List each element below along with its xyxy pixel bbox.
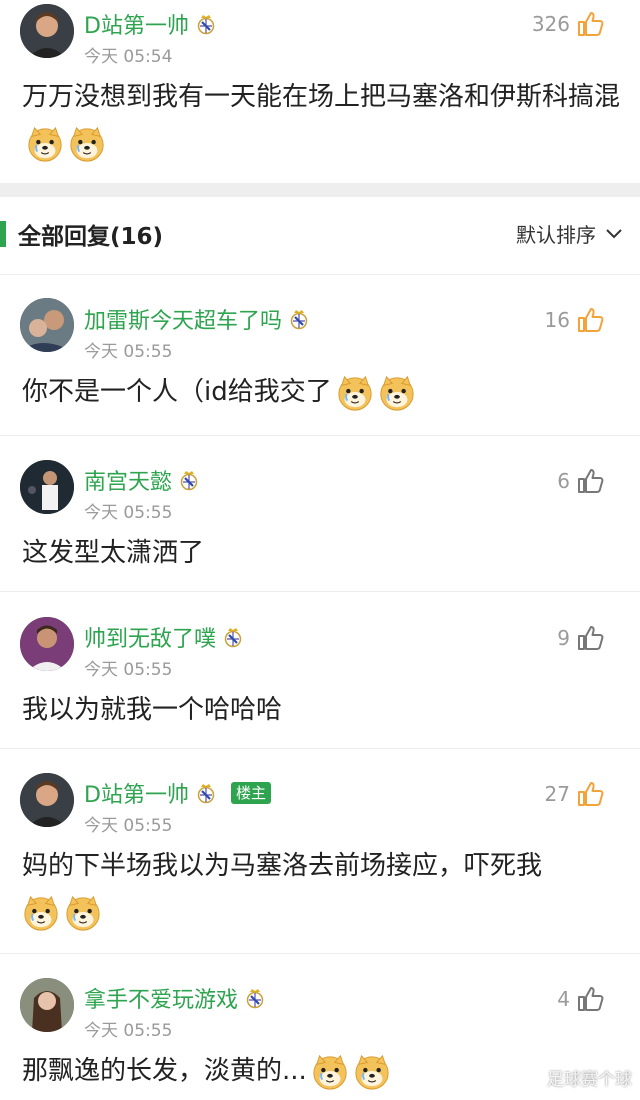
thumbs-up-icon bbox=[576, 624, 604, 652]
username[interactable]: 南宫天懿 bbox=[84, 464, 200, 496]
like-count: 9 bbox=[557, 626, 570, 650]
watermark: 足球赛个球 bbox=[547, 1070, 632, 1090]
replies-header: 全部回复(16) 默认排序 bbox=[0, 197, 640, 275]
like-button[interactable]: 27 bbox=[545, 780, 604, 808]
comment-text-content: 万万没想到我有一天能在场上把马塞洛和伊斯科搞混 bbox=[22, 82, 621, 112]
doge-cry-emoji-icon bbox=[22, 894, 60, 932]
top-comment: D站第一帅 今天 05:54 326 万万没想到我有一天能在场上把马塞洛和伊斯科… bbox=[0, 0, 640, 183]
divider bbox=[0, 591, 640, 592]
accent-bar bbox=[0, 221, 6, 247]
username-label: 南宫天懿 bbox=[84, 470, 173, 495]
club-crest-icon bbox=[288, 308, 310, 330]
divider bbox=[0, 953, 640, 954]
username-label: D站第一帅 bbox=[84, 14, 189, 39]
chevron-down-icon bbox=[606, 228, 622, 238]
timestamp: 今天 05:55 bbox=[84, 342, 173, 362]
sort-dropdown[interactable]: 默认排序 bbox=[516, 219, 622, 248]
comment-text: 我以为就我一个哈哈哈 bbox=[22, 695, 283, 725]
doge-emoji-icon bbox=[353, 1053, 391, 1091]
username[interactable]: 帅到无敌了噗 bbox=[84, 621, 244, 653]
avatar[interactable] bbox=[20, 617, 74, 671]
like-button[interactable]: 4 bbox=[557, 985, 604, 1013]
username-label: 加雷斯今天超车了吗 bbox=[84, 309, 283, 334]
comment-text-content: 那飘逸的长发，淡黄的... bbox=[22, 1056, 307, 1086]
doge-emoji-icon bbox=[311, 1053, 349, 1091]
comment-text: 万万没想到我有一天能在场上把马塞洛和伊斯科搞混 bbox=[22, 74, 622, 166]
sort-label: 默认排序 bbox=[516, 223, 596, 247]
timestamp: 今天 05:55 bbox=[84, 660, 173, 680]
avatar[interactable] bbox=[20, 460, 74, 514]
club-crest-icon bbox=[244, 987, 266, 1009]
club-crest-icon bbox=[195, 13, 217, 35]
comment-text-content: 妈的下半场我以为马塞洛去前场接应，吓死我 bbox=[22, 851, 543, 881]
username[interactable]: D站第一帅 楼主 bbox=[84, 777, 271, 809]
divider bbox=[0, 274, 640, 275]
timestamp: 今天 05:55 bbox=[84, 1021, 173, 1041]
thumbs-up-icon bbox=[576, 985, 604, 1013]
like-button[interactable]: 9 bbox=[557, 624, 604, 652]
avatar[interactable] bbox=[20, 978, 74, 1032]
comment-text: 这发型太潇洒了 bbox=[22, 538, 205, 568]
username-label: 拿手不爱玩游戏 bbox=[84, 988, 239, 1013]
username[interactable]: 加雷斯今天超车了吗 bbox=[84, 303, 310, 335]
club-crest-icon bbox=[178, 469, 200, 491]
doge-cry-emoji-icon bbox=[68, 125, 106, 163]
thumbs-up-icon bbox=[576, 10, 604, 38]
owner-badge: 楼主 bbox=[230, 782, 271, 804]
section-gap bbox=[0, 183, 640, 197]
comment-text-content: 你不是一个人（id给我交了 bbox=[22, 377, 332, 407]
like-count: 16 bbox=[544, 308, 570, 332]
club-crest-icon bbox=[195, 782, 217, 804]
doge-cry-emoji-icon bbox=[64, 894, 102, 932]
doge-cry-emoji-icon bbox=[26, 125, 64, 163]
username[interactable]: D站第一帅 bbox=[84, 8, 217, 40]
avatar[interactable] bbox=[20, 298, 74, 352]
like-count: 27 bbox=[544, 782, 570, 806]
thumbs-up-icon bbox=[576, 306, 604, 334]
avatar[interactable] bbox=[20, 4, 74, 58]
doge-emoji-icon bbox=[378, 374, 416, 412]
avatar[interactable] bbox=[20, 773, 74, 827]
like-count: 6 bbox=[557, 469, 570, 493]
like-count: 4 bbox=[557, 987, 570, 1011]
username-label: D站第一帅 bbox=[84, 783, 189, 808]
timestamp: 今天 05:55 bbox=[84, 503, 173, 523]
timestamp: 今天 05:55 bbox=[84, 816, 173, 836]
divider bbox=[0, 748, 640, 749]
like-count: 326 bbox=[531, 12, 570, 36]
username[interactable]: 拿手不爱玩游戏 bbox=[84, 982, 266, 1014]
like-button[interactable]: 6 bbox=[557, 467, 604, 495]
username-label: 帅到无敌了噗 bbox=[84, 627, 217, 652]
like-button[interactable]: 326 bbox=[532, 10, 604, 38]
club-crest-icon bbox=[222, 626, 244, 648]
doge-emoji-icon bbox=[336, 374, 374, 412]
thumbs-up-icon bbox=[576, 467, 604, 495]
comment-text: 那飘逸的长发，淡黄的... bbox=[22, 1048, 622, 1094]
divider bbox=[0, 435, 640, 436]
comment-text: 妈的下半场我以为马塞洛去前场接应，吓死我 bbox=[22, 843, 622, 935]
like-button[interactable]: 16 bbox=[545, 306, 604, 334]
timestamp: 今天 05:54 bbox=[84, 47, 173, 67]
comment-text: 你不是一个人（id给我交了 bbox=[22, 369, 622, 415]
thumbs-up-icon bbox=[576, 780, 604, 808]
replies-title: 全部回复(16) bbox=[18, 224, 164, 250]
